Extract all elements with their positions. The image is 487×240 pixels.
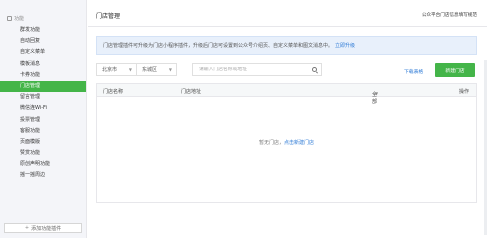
column-operation: 操作 (458, 88, 469, 95)
sidebar-item-vote-management[interactable]: 投票管理 (0, 115, 86, 126)
title-divider (88, 26, 487, 27)
sidebar-item-store-management[interactable]: 门店管理 (0, 80, 86, 93)
store-search-box (192, 63, 322, 76)
province-value: 北京市 (102, 67, 118, 73)
page-title: 门店管理 (96, 13, 121, 20)
chevron-down-icon: ▼ (375, 91, 379, 96)
sidebar-item-comment-management[interactable]: 留言管理 (0, 92, 86, 103)
upgrade-notice: 门店管理插件可升级为门店小程序插件，升级后门店可设置到公众号介绍页、自定义菜单和… (96, 36, 477, 55)
sidebar: 功能 群发功能 自动回复 自定义菜单 模板消息 卡券功能 门店管理 留言管理 微… (0, 0, 87, 238)
store-search-input[interactable] (199, 67, 309, 72)
empty-state-text: 暂无门店， (258, 140, 284, 146)
province-select[interactable]: 北京市 ▼ (96, 63, 136, 76)
sidebar-item-wechat-wifi[interactable]: 微信连Wi-Fi (0, 103, 86, 114)
district-value: 东城区 (142, 67, 158, 73)
chevron-down-icon: ▼ (128, 67, 132, 72)
sidebar-item-template-message[interactable]: 模板消息 (0, 59, 86, 70)
sidebar-item-reward[interactable]: 赞赏功能 (0, 148, 86, 159)
table-header: 门店名称 门店地址 全部 ▼ 操作 (97, 84, 476, 105)
search-icon[interactable] (312, 67, 317, 72)
store-table: 门店名称 门店地址 全部 ▼ 操作 暂无门店，点击新建门店 (96, 83, 477, 203)
sidebar-section-title: 功能 (14, 16, 25, 22)
new-store-button[interactable]: 新建门店 (435, 63, 475, 77)
main-content: 门店管理 公众平台门店信息填写规范 门店管理插件可升级为门店小程序插件，升级后门… (88, 0, 487, 238)
notice-text: 门店管理插件可升级为门店小程序插件，升级后门店可设置到公众号介绍页、自定义菜单和… (103, 43, 334, 49)
sidebar-section-header: 功能 (7, 15, 24, 22)
sidebar-item-card-coupon[interactable]: 卡券功能 (0, 70, 86, 81)
sidebar-menu: 群发功能 自动回复 自定义菜单 模板消息 卡券功能 门店管理 留言管理 微信连W… (0, 25, 86, 182)
sidebar-item-page-template[interactable]: 页面模版 (0, 137, 86, 148)
sidebar-item-mass-send[interactable]: 群发功能 (0, 25, 86, 36)
empty-state: 暂无门店，点击新建门店 (97, 139, 476, 146)
store-info-guide-link[interactable]: 公众平台门店信息填写规范 (422, 12, 477, 18)
create-store-link[interactable]: 点击新建门店 (284, 140, 314, 146)
sidebar-item-auto-reply[interactable]: 自动回复 (0, 36, 86, 47)
column-store-name: 门店名称 (103, 88, 124, 95)
chevron-down-icon: ▼ (168, 67, 172, 72)
plus-icon: + (24, 225, 30, 231)
feature-grid-icon (7, 16, 12, 21)
add-plugin-label: 添加功能插件 (31, 225, 62, 232)
sidebar-item-shake-nearby[interactable]: 摇一摇周边 (0, 170, 86, 181)
filter-bar: 北京市 ▼ 东城区 ▼ (96, 63, 322, 76)
sidebar-item-custom-menu[interactable]: 自定义菜单 (0, 47, 86, 58)
district-select[interactable]: 东城区 ▼ (136, 63, 177, 76)
column-store-address: 门店地址 (181, 88, 202, 95)
sidebar-item-original-declaration[interactable]: 原创声明功能 (0, 159, 86, 170)
download-table-link[interactable]: 下载表格 (404, 68, 423, 75)
sidebar-item-customer-service[interactable]: 客服功能 (0, 126, 86, 137)
add-plugin-button[interactable]: + 添加功能插件 (4, 223, 82, 233)
upgrade-now-link[interactable]: 立即升级 (335, 42, 355, 49)
